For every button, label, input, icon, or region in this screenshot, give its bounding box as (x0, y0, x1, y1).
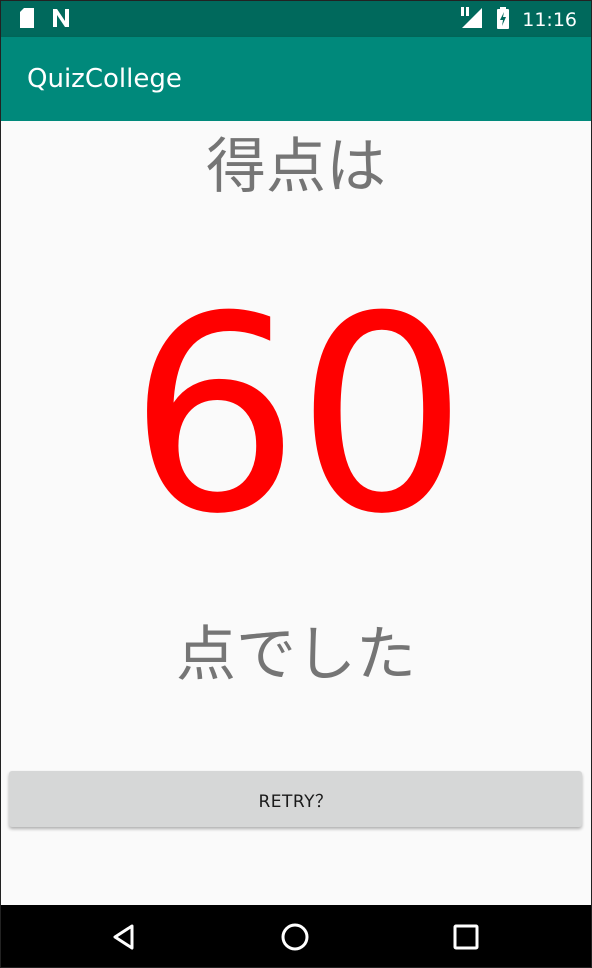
app-title: QuizCollege (27, 64, 182, 94)
sd-card-icon (19, 7, 35, 33)
navigation-bar (1, 905, 591, 967)
battery-icon (496, 6, 510, 34)
status-bar: 11:16 (1, 1, 591, 37)
home-icon[interactable] (279, 921, 311, 953)
signal-icon (460, 6, 484, 34)
app-bar: QuizCollege (1, 37, 591, 121)
score-suffix: 点でした (176, 620, 416, 690)
status-right-icons: 11:16 (460, 6, 577, 34)
retry-button[interactable]: RETRY？ (9, 771, 582, 827)
score-heading: 得点は (206, 132, 386, 202)
result-content: 得点は 60 点でした RETRY？ (1, 121, 591, 905)
score-value: 60 (128, 258, 468, 573)
recents-icon[interactable] (450, 921, 482, 953)
n-notification-icon (51, 7, 71, 33)
status-left-icons (19, 7, 71, 33)
back-icon[interactable] (108, 921, 140, 953)
phone-screen: 11:16 QuizCollege 得点は 60 点でした RETRY？ (0, 0, 592, 968)
status-time: 11:16 (522, 9, 577, 31)
